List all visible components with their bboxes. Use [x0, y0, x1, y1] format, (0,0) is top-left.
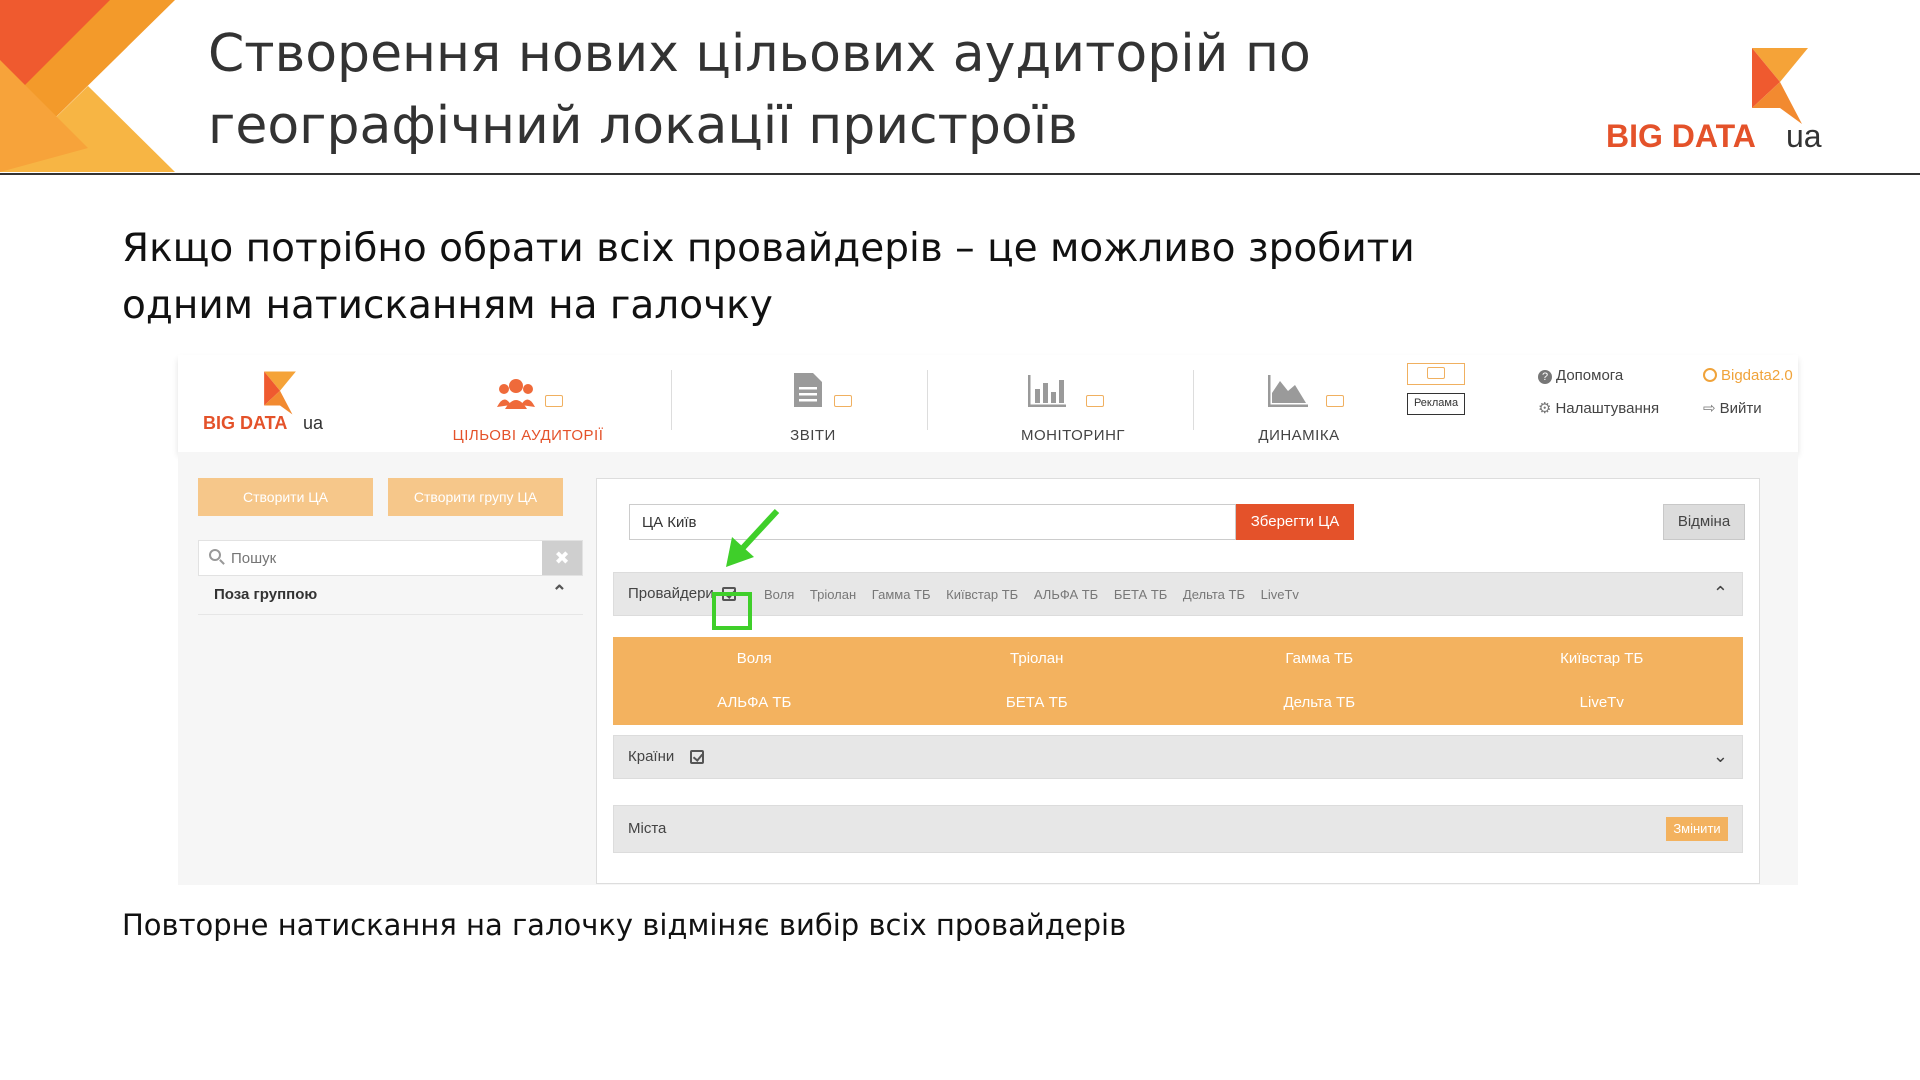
users-icon	[497, 379, 535, 409]
intro-line1: Якщо потрібно обрати всіх провайдерів – …	[122, 226, 1415, 271]
gear-icon: ⚙	[1538, 400, 1552, 417]
screen-icon	[1326, 395, 1344, 407]
user-label: Bigdata2.0	[1721, 367, 1793, 384]
provider-tag: Дельта ТБ	[1182, 587, 1245, 602]
logout-label: Вийти	[1719, 400, 1762, 417]
nav-label: МОНІТОРИНГ	[1020, 427, 1126, 444]
provider-option[interactable]: АЛЬФА ТБ	[613, 681, 896, 725]
area-chart-icon	[1268, 375, 1308, 407]
create-group-button[interactable]: Створити групу ЦА	[388, 478, 563, 516]
nav-label: ЗВІТИ	[790, 427, 836, 444]
user-icon	[1703, 368, 1717, 382]
provider-tag: Гамма ТБ	[871, 587, 931, 602]
slide-title: Створення нових цільових аудиторій по ге…	[208, 18, 1508, 162]
screen-icon	[1427, 367, 1445, 379]
nav-dynamics[interactable]: ДИНАМІКА	[1258, 365, 1418, 445]
help-label: Допомога	[1556, 367, 1624, 384]
app-logo[interactable]: BIG DATA ua	[203, 370, 333, 440]
pointer-arrow-icon	[726, 508, 780, 567]
cities-label: Міста	[628, 820, 667, 837]
nav-divider	[927, 370, 928, 430]
slide-logo-text: BIG DATA	[1606, 118, 1756, 154]
provider-tag: Воля	[764, 587, 795, 602]
settings-link[interactable]: ⚙ Налаштування	[1538, 399, 1659, 417]
nav-reports[interactable]: ЗВІТИ	[748, 365, 878, 445]
chevron-up-icon[interactable]: ⌃	[552, 582, 567, 603]
audience-name-input[interactable]	[629, 504, 1236, 540]
cancel-button[interactable]: Відміна	[1663, 504, 1745, 540]
provider-tag: Київстар ТБ	[946, 587, 1019, 602]
select-all-countries-checkbox-icon[interactable]	[690, 750, 704, 764]
providers-section-header[interactable]: Провайдери Воля Тріолан Гамма ТБ Київста…	[613, 572, 1743, 616]
nav-divider	[671, 370, 672, 430]
provider-option[interactable]: Гамма ТБ	[1178, 637, 1461, 681]
screen-icon	[834, 395, 852, 407]
countries-label: Країни	[628, 748, 675, 765]
nav-target-audiences[interactable]: ЦІЛЬОВІ АУДИТОРІЇ	[443, 365, 613, 445]
provider-option[interactable]: Київстар ТБ	[1461, 637, 1744, 681]
settings-label: Налаштування	[1555, 400, 1660, 417]
top-navigation: BIG DATA ua ЦІЛЬОВІ АУДИТОРІЇ ЗВІТИ МОНІ…	[178, 355, 1798, 452]
group-label: Поза группою	[214, 586, 318, 603]
user-link[interactable]: Bigdata2.0	[1703, 367, 1793, 384]
countries-section-header[interactable]: Країни ⌄	[613, 735, 1743, 779]
group-row-ungrouped[interactable]: Поза группою ⌃	[198, 576, 583, 615]
chevron-down-icon[interactable]: ⌄	[1713, 746, 1728, 767]
slide-logo: BIG DATA ua	[1600, 46, 1830, 156]
search-box: ✖	[198, 540, 583, 576]
app-logo-mark-icon	[264, 371, 296, 415]
save-audience-button[interactable]: Зберегти ЦА	[1236, 504, 1354, 540]
nav-label: ДИНАМІКА	[1258, 427, 1340, 444]
slide-logo-suffix: ua	[1786, 118, 1822, 154]
slide-title-line1: Створення нових цільових аудиторій по	[208, 24, 1311, 84]
provider-option[interactable]: БЕТА ТБ	[896, 681, 1179, 725]
audience-editor-panel: Зберегти ЦА Відміна Провайдери Воля Тріо…	[596, 478, 1760, 884]
provider-option[interactable]: Тріолан	[896, 637, 1179, 681]
ad-screen-button[interactable]	[1407, 363, 1465, 385]
provider-option[interactable]: Воля	[613, 637, 896, 681]
help-link[interactable]: ? Допомога	[1538, 367, 1623, 384]
provider-tag: БЕТА ТБ	[1113, 587, 1168, 602]
cities-section-header[interactable]: Міста Змінити	[613, 805, 1743, 853]
footnote-text: Повторне натискання на галочку відміняє …	[122, 908, 1127, 942]
main-content: Створити ЦА Створити групу ЦА ✖ Поза гру…	[178, 452, 1798, 885]
intro-text: Якщо потрібно обрати всіх провайдерів – …	[122, 220, 1622, 334]
providers-grid: Воля Тріолан Гамма ТБ Київстар ТБ АЛЬФА …	[613, 637, 1743, 725]
provider-tag: АЛЬФА ТБ	[1033, 587, 1099, 602]
document-icon	[794, 373, 822, 407]
intro-line2: одним натисканням на галочку	[122, 283, 773, 328]
header-divider	[0, 173, 1920, 175]
provider-option[interactable]: Дельта ТБ	[1178, 681, 1461, 725]
nav-label: ЦІЛЬОВІ АУДИТОРІЇ	[452, 427, 604, 444]
app-logo-text: BIG DATA	[203, 413, 288, 433]
nav-divider	[1193, 370, 1194, 430]
provider-option[interactable]: LiveTv	[1461, 681, 1744, 725]
provider-tag: Тріолан	[809, 587, 857, 602]
chevron-up-icon[interactable]: ⌃	[1713, 583, 1728, 604]
providers-label: Провайдери	[628, 585, 714, 602]
checkbox-highlight	[712, 592, 752, 630]
slide-title-line2: географічний локації пристроїв	[208, 96, 1078, 156]
logout-link[interactable]: ⇨ Вийти	[1703, 399, 1762, 417]
create-ca-button[interactable]: Створити ЦА	[198, 478, 373, 516]
app-logo-suffix: ua	[303, 413, 324, 433]
ad-label[interactable]: Реклама	[1407, 393, 1465, 415]
nav-monitoring[interactable]: МОНІТОРИНГ	[998, 365, 1148, 445]
bar-chart-icon	[1028, 375, 1066, 407]
corner-decoration	[0, 0, 175, 172]
selected-provider-tags: Воля Тріолан Гамма ТБ Київстар ТБ АЛЬФА …	[764, 587, 1311, 602]
screen-icon	[545, 395, 563, 407]
provider-tag: LiveTv	[1260, 587, 1299, 602]
search-icon-handle	[219, 559, 225, 565]
change-cities-button[interactable]: Змінити	[1666, 817, 1728, 841]
logo-mark-icon	[1752, 48, 1808, 124]
logout-icon: ⇨	[1703, 400, 1716, 417]
help-icon: ?	[1538, 370, 1552, 384]
app-screenshot: BIG DATA ua ЦІЛЬОВІ АУДИТОРІЇ ЗВІТИ МОНІ…	[178, 355, 1798, 885]
clear-search-icon[interactable]: ✖	[542, 541, 582, 575]
search-input[interactable]	[229, 549, 533, 568]
screen-icon	[1086, 395, 1104, 407]
